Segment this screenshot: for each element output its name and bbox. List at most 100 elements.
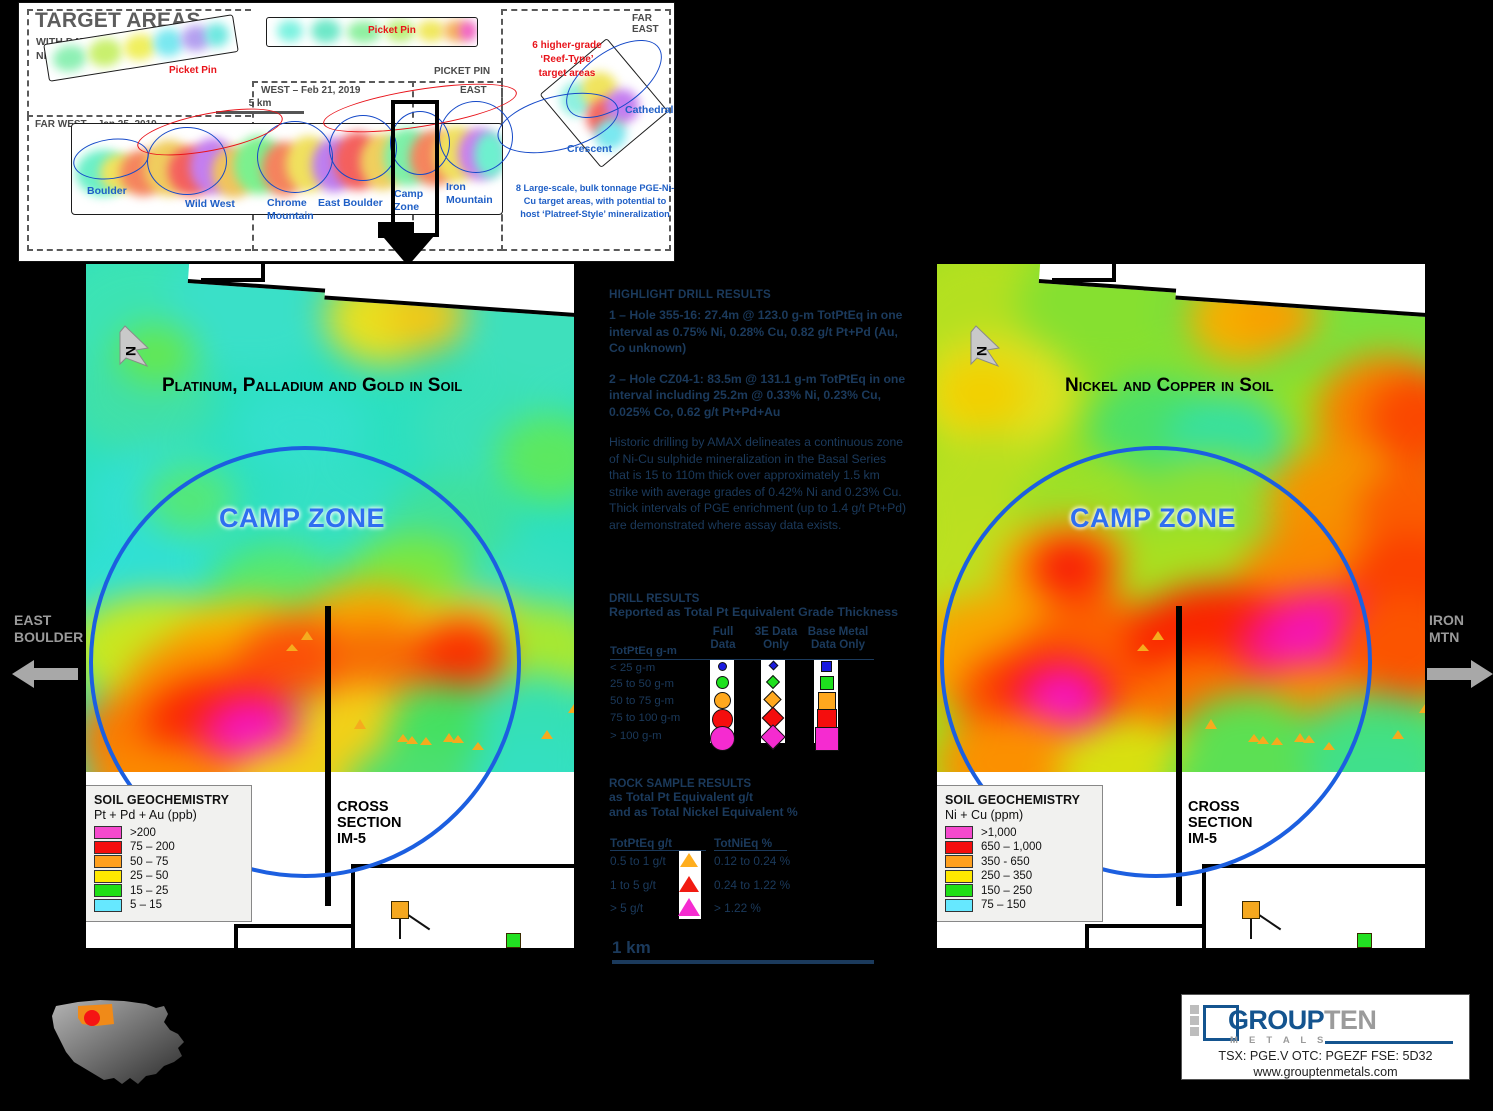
logo-brand: GROUPTEN <box>1228 1005 1377 1036</box>
project-location-dot <box>84 1010 100 1026</box>
logo-brand-ten: TEN <box>1324 1005 1377 1035</box>
col2-l1: 3E Data <box>754 625 798 638</box>
drill-swatch-circle <box>710 726 735 751</box>
scale-value: 1 km <box>612 938 651 957</box>
rock-col2-header: TotNiEq % <box>714 836 773 850</box>
cross-section-label: CROSS SECTION IM-5 <box>1188 799 1252 847</box>
compass-rose-icon: N <box>970 325 1001 368</box>
xsect-l1: CROSS <box>337 799 389 815</box>
rock-sample-triangle <box>301 631 313 640</box>
bulk-tonnage-note: 8 Large-scale, bulk tonnage PGE-Ni- Cu t… <box>507 182 683 221</box>
legend-row: >1,000 <box>945 826 1093 839</box>
rock-sample-triangle <box>1152 631 1164 640</box>
bulk-note-l3: host ‘Platreef-Style’ mineralization <box>520 209 670 219</box>
reef-type-note: 6 higher-grade ‘Reef-Type’ target areas <box>512 39 622 81</box>
left-side-label: EAST BOULDER <box>14 612 84 646</box>
legend-label: >200 <box>130 826 156 839</box>
iron-l2: Mountain <box>446 194 493 206</box>
rock-row-left: 0.5 to 1 g/t <box>610 854 666 868</box>
right-legend-heading: SOIL GEOCHEMISTRY <box>945 793 1081 807</box>
label-far-east: FAR EAST <box>632 13 659 35</box>
left-map-claim-patch-c <box>201 264 265 282</box>
drill-row-header: TotPtEq g-m <box>610 645 677 657</box>
logo-metals-text: M E T A L S <box>1230 1035 1328 1046</box>
legend-label: >1,000 <box>981 826 1017 839</box>
legend-swatch <box>94 884 122 897</box>
right-map[interactable]: N Nickel and Copper in Soil CAMP ZONE CR… <box>937 264 1425 948</box>
bulk-note-l1: 8 Large-scale, bulk tonnage PGE-Ni- <box>515 183 675 193</box>
rock-sample-triangle <box>452 735 464 743</box>
right-map-claim-line-v2 <box>1085 924 1089 948</box>
rock-legend-underline-2 <box>714 850 787 852</box>
left-map-claim-line-h1 <box>351 864 574 868</box>
drill-swatch-square <box>815 727 839 751</box>
xsect-l2: SECTION <box>1188 815 1253 831</box>
legend-swatch <box>945 826 973 839</box>
col3-l1: Base Metal <box>807 625 869 638</box>
rock-sample-triangle <box>354 719 366 729</box>
compass-rose-icon: N <box>119 325 150 368</box>
xsect-l2: SECTION <box>337 815 402 831</box>
legend-row: 250 – 350 <box>945 869 1093 883</box>
drill-grade-label: 50 to 75 g-m <box>610 695 674 707</box>
legend-label: 350 - 650 <box>981 855 1030 868</box>
left-arrow-icon <box>12 660 78 688</box>
legend-row: 650 – 1,000 <box>945 840 1093 854</box>
drill-col-header-3e-only: 3E Data Only <box>748 625 804 651</box>
reef-note-l2: ‘Reef-Type’ <box>540 54 594 65</box>
target-label-iron-mountain: Iron Mountain <box>446 181 493 207</box>
bulk-note-l2: Cu target areas, with potential to <box>523 196 667 206</box>
rock-sample-triangle <box>1137 644 1149 651</box>
drill-marker-green-square <box>1357 933 1372 948</box>
legend-row: 25 – 50 <box>94 869 242 883</box>
legend-row: >200 <box>94 826 242 839</box>
legend-swatch <box>94 855 122 868</box>
right-arrow-icon <box>1427 660 1493 688</box>
left-map-soil-legend: SOIL GEOCHEMISTRY Pt + Pd + Au (ppb) >20… <box>86 785 252 922</box>
scale-bar-line <box>612 960 874 964</box>
right-legend-subheading: Ni + Cu (ppm) <box>945 808 1024 822</box>
highlight-item-2: 2 – Hole CZ04-1: 83.5m @ 131.1 g-m TotPt… <box>609 371 906 419</box>
rock-sample-triangle <box>1419 704 1425 713</box>
right-map-claim-line-h1 <box>1202 864 1425 868</box>
legend-label: 15 – 25 <box>130 884 169 897</box>
legend-swatch <box>94 869 122 883</box>
rock-row-left: > 5 g/t <box>610 901 644 915</box>
drill-marker-orange-square <box>1242 901 1260 919</box>
rock-sample-legend: ROCK SAMPLE RESULTS as Total Pt Equivale… <box>609 777 909 820</box>
right-map-claim-patch-c <box>1052 264 1116 282</box>
rock-swatch-triangle <box>679 876 699 892</box>
right-map-claim-line-h2 <box>1085 924 1205 928</box>
logo-brand-group: GROUP <box>1228 1005 1325 1035</box>
legend-swatch <box>94 840 122 854</box>
cross-section-label: CROSS SECTION IM-5 <box>337 799 401 847</box>
legend-row: 5 – 15 <box>94 898 242 912</box>
usa-outline <box>52 1000 184 1084</box>
usa-locator-map <box>52 1000 184 1084</box>
highlight-item-1: 1 – Hole 355-16: 27.4m @ 123.0 g-m TotPt… <box>609 308 903 355</box>
left-map-claim-line-v2 <box>234 924 238 948</box>
legend-row: 350 - 650 <box>945 855 1093 868</box>
target-areas-panel: TARGET AREAS WITH DATE OF INITIAL NEWS R… <box>18 2 676 262</box>
rock-sample-triangle <box>406 736 418 744</box>
drill-swatch-circle <box>718 662 727 671</box>
chrome-l1: Chrome <box>267 197 307 209</box>
logo-pixel <box>1190 1016 1199 1025</box>
legend-swatch <box>94 898 122 912</box>
target-label-chrome-mountain: Chrome Mountain <box>267 197 314 223</box>
drill-swatch-square <box>818 692 836 710</box>
drill-legend-heading: DRILL RESULTS <box>609 592 700 605</box>
legend-row: 150 – 250 <box>945 884 1093 897</box>
target-label-crescent: Crescent <box>567 143 612 155</box>
rock-legend-sub1: as Total Pt Equivalent g/t <box>609 790 754 804</box>
legend-label: 75 – 200 <box>130 841 175 853</box>
legend-row: 15 – 25 <box>94 884 242 897</box>
drill-col-header-base-metal: Base Metal Data Only <box>802 625 874 651</box>
left-map-title: Platinum, Palladium and Gold in Soil <box>162 375 463 396</box>
drill-marker-green-square <box>506 933 521 948</box>
left-map[interactable]: N Platinum, Palladium and Gold in Soil C… <box>86 264 574 948</box>
left-map-claim-line-h2 <box>234 924 354 928</box>
rock-legend-heading: ROCK SAMPLE RESULTS <box>609 777 752 790</box>
logo-pixel <box>1190 1005 1199 1014</box>
rock-sample-triangle <box>1271 737 1283 745</box>
